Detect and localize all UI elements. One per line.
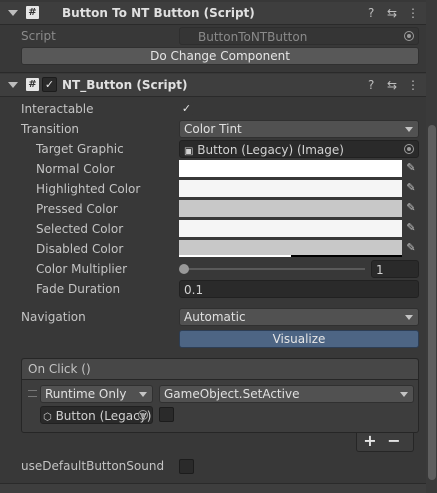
navigation-label: Navigation (21, 310, 86, 324)
fade-duration-label: Fade Duration (36, 282, 121, 296)
eyedropper-icon[interactable]: ✎ (404, 221, 418, 235)
script-icon: # (26, 78, 39, 91)
preset-icon[interactable]: ⇆ (387, 2, 397, 24)
help-icon[interactable]: ? (368, 74, 374, 96)
object-picker-icon (404, 31, 414, 41)
scrollbar-thumb[interactable] (428, 125, 436, 480)
onclick-header: On Click () (28, 362, 91, 376)
preset-icon[interactable]: ⇆ (387, 74, 397, 96)
disabled-color-swatch[interactable] (179, 240, 402, 257)
next-component-header (0, 484, 426, 493)
divider (0, 72, 426, 73)
menu-icon[interactable]: ⋮ (407, 2, 419, 24)
eyedropper-icon[interactable]: ✎ (404, 201, 418, 215)
chevron-down-icon (400, 392, 408, 397)
color-multiplier-slider-thumb[interactable] (179, 264, 189, 274)
eyedropper-icon[interactable]: ✎ (404, 241, 418, 255)
script-icon: # (26, 6, 39, 19)
onclick-event-box: On Click () Runtime Only GameObject.SetA… (21, 358, 419, 433)
transition-label: Transition (21, 122, 80, 136)
alpha-bar (179, 255, 291, 257)
visualize-button[interactable]: Visualize (179, 330, 419, 348)
gameobject-icon: ⬡ (43, 412, 52, 423)
pressed-color-swatch[interactable] (179, 200, 402, 217)
eyedropper-icon[interactable]: ✎ (404, 161, 418, 175)
chevron-down-icon (139, 392, 147, 397)
help-icon[interactable]: ? (368, 2, 374, 24)
component-header-nt-button[interactable]: # ✓ NT_Button (Script) ? ⇆ ⋮ (0, 74, 426, 97)
use-default-sound-checkbox[interactable] (179, 459, 194, 474)
pressed-color-label: Pressed Color (36, 202, 118, 216)
highlighted-color-swatch[interactable] (179, 180, 402, 197)
normal-color-label: Normal Color (36, 162, 115, 176)
target-graphic-field[interactable]: ▣ Button (Legacy) (Image) (179, 140, 419, 158)
drag-handle-icon[interactable] (28, 390, 37, 397)
component-title: NT_Button (Script) (62, 78, 188, 92)
chevron-down-icon (405, 315, 413, 320)
remove-listener-button[interactable]: − (386, 432, 402, 450)
fold-arrow-icon[interactable] (8, 82, 18, 88)
navigation-value: Automatic (184, 310, 246, 324)
component-header-button-to-nt[interactable]: # Button To NT Button (Script) ? ⇆ ⋮ (0, 2, 426, 25)
function-value: GameObject.SetActive (164, 387, 300, 401)
object-picker-icon[interactable] (138, 410, 148, 420)
target-graphic-label: Target Graphic (36, 142, 124, 156)
fold-arrow-icon[interactable] (8, 10, 18, 16)
color-multiplier-input[interactable]: 1 (371, 260, 419, 278)
interactable-label: Interactable (21, 102, 94, 116)
component-enabled-checkbox[interactable]: ✓ (42, 77, 57, 92)
add-listener-button[interactable]: + (362, 432, 378, 450)
alpha-bar-remainder (291, 255, 402, 257)
transition-value: Color Tint (184, 122, 242, 136)
object-picker-icon[interactable] (404, 144, 414, 154)
color-multiplier-label: Color Multiplier (36, 262, 128, 276)
normal-color-swatch[interactable] (179, 160, 402, 177)
transition-dropdown[interactable]: Color Tint (179, 120, 419, 138)
fade-duration-input[interactable]: 0.1 (179, 280, 419, 298)
set-active-checkbox[interactable] (159, 407, 174, 422)
script-value: ButtonToNTButton (198, 30, 308, 44)
chevron-down-icon (405, 127, 413, 132)
interactable-checkbox[interactable]: ✓ (179, 101, 194, 116)
target-object-field[interactable]: ⬡ Button (Legacy) (40, 406, 153, 424)
target-object-value: Button (Legacy) (55, 409, 152, 423)
function-dropdown[interactable]: GameObject.SetActive (159, 385, 414, 403)
color-multiplier-slider-track[interactable] (183, 268, 365, 270)
selected-color-swatch[interactable] (179, 220, 402, 237)
component-title: Button To NT Button (Script) (62, 6, 255, 20)
runtime-dropdown[interactable]: Runtime Only (40, 385, 153, 403)
disabled-color-label: Disabled Color (36, 242, 124, 256)
selected-color-label: Selected Color (36, 222, 124, 236)
navigation-dropdown[interactable]: Automatic (179, 308, 419, 326)
eyedropper-icon[interactable]: ✎ (404, 181, 418, 195)
use-default-sound-label: useDefaultButtonSound (21, 459, 165, 473)
do-change-component-button[interactable]: Do Change Component (21, 47, 419, 65)
target-graphic-value: Button (Legacy) (Image) (197, 143, 344, 157)
highlighted-color-label: Highlighted Color (36, 182, 141, 196)
runtime-value: Runtime Only (45, 387, 127, 401)
menu-icon[interactable]: ⋮ (407, 74, 419, 96)
script-label: Script (21, 29, 56, 43)
image-icon: ▣ (184, 146, 194, 157)
script-field: ButtonToNTButton (179, 27, 419, 45)
